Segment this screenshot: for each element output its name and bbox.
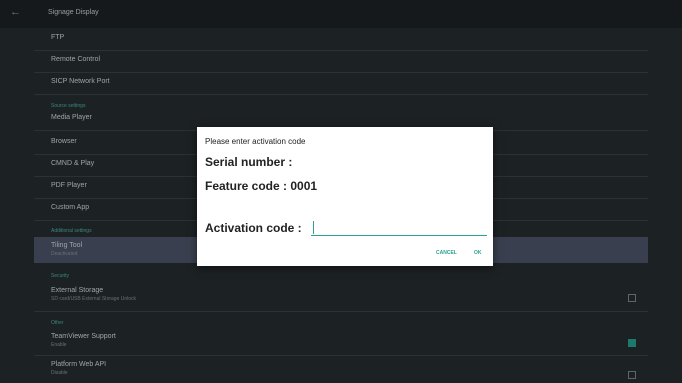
dialog-title: Please enter activation code: [205, 137, 306, 146]
activation-code-label: Activation code :: [205, 221, 302, 235]
serial-number-label: Serial number :: [205, 155, 293, 169]
activation-dialog: Please enter activation code Serial numb…: [197, 127, 493, 266]
feature-code-label: Feature code : 0001: [205, 179, 318, 193]
activation-code-input[interactable]: [311, 219, 487, 236]
cancel-button[interactable]: CANCEL: [436, 250, 457, 256]
ok-button[interactable]: OK: [474, 250, 482, 256]
text-caret: [313, 221, 314, 234]
